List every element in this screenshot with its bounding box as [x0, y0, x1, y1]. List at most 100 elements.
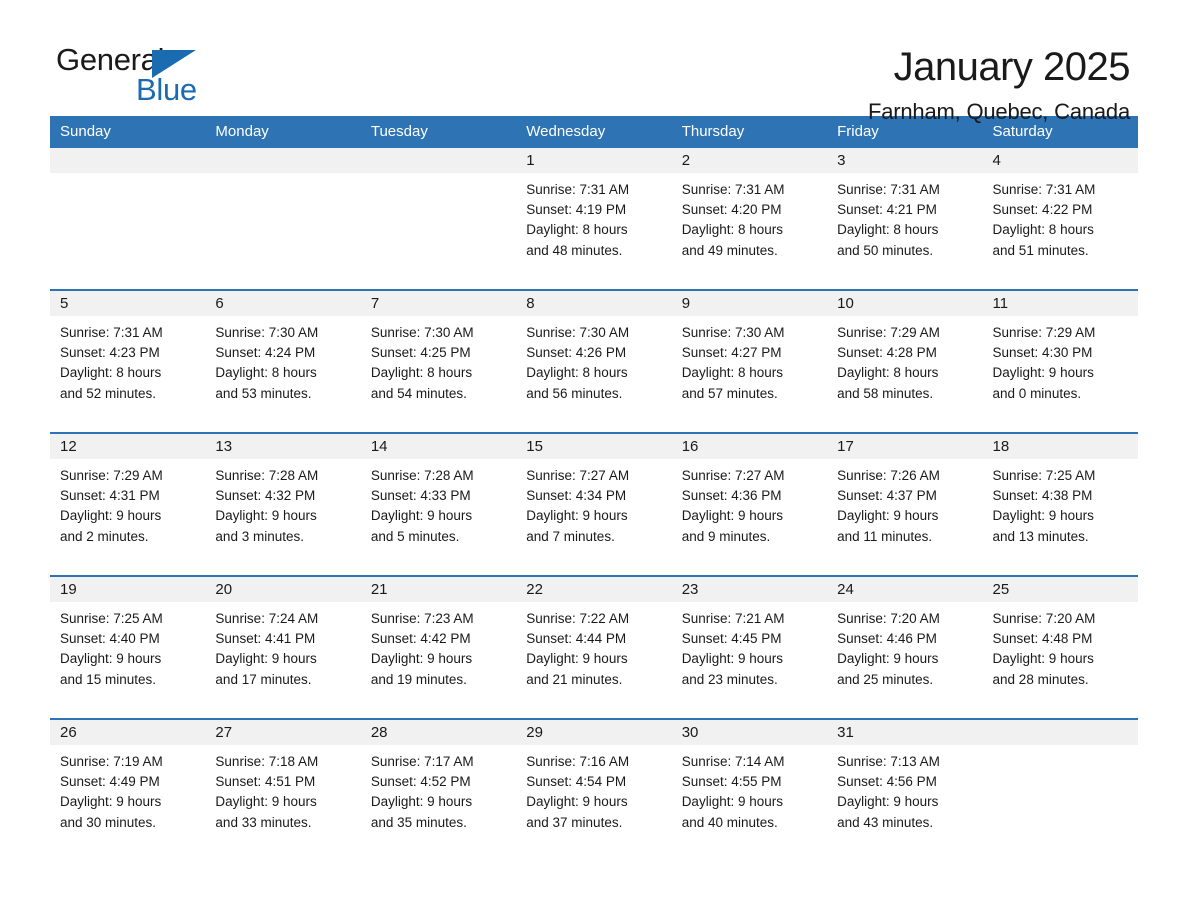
day-detail-line: Daylight: 9 hours — [837, 508, 939, 524]
day-detail-line: and 49 minutes. — [681, 242, 778, 258]
day-detail-text: Sunrise: 7:28 AM Sunset: 4:33 PM Daylight:… — [361, 459, 516, 547]
day-detail-line: Daylight: 9 hours — [215, 508, 317, 524]
calendar-week-row: 12 Sunrise: 7:29 AM Sunset: 4:31 PM Dayligh… — [50, 432, 1138, 567]
calendar-day-cell[interactable]: 15 Sunrise: 7:27 AM Sunset: 4:34 PM Dayligh… — [516, 432, 672, 567]
day-detail-text: Sunrise: 7:25 AM Sunset: 4:40 PM Daylight:… — [50, 602, 205, 690]
day-detail-line: and 25 minutes. — [837, 671, 934, 687]
calendar-day-cell[interactable]: 25 Sunrise: 7:20 AM Sunset: 4:48 PM Dayligh… — [982, 575, 1138, 710]
day-number: 26 — [50, 720, 206, 745]
calendar-day-cell[interactable]: 3 Sunrise: 7:31 AM Sunset: 4:21 PM Daylight… — [827, 148, 983, 281]
week-spacer — [50, 567, 1138, 576]
day-detail-text: Sunrise: 7:27 AM Sunset: 4:36 PM Daylight:… — [672, 459, 827, 547]
week-spacer — [50, 424, 1138, 433]
day-detail-line: and 53 minutes. — [215, 385, 312, 401]
day-detail-line: and 2 minutes. — [60, 528, 149, 544]
day-number: 6 — [205, 291, 361, 316]
calendar-day-cell[interactable]: 17 Sunrise: 7:26 AM Sunset: 4:37 PM Dayligh… — [827, 432, 983, 567]
calendar-day-cell[interactable]: 12 Sunrise: 7:29 AM Sunset: 4:31 PM Dayligh… — [50, 432, 206, 567]
calendar-day-cell[interactable]: 27 Sunrise: 7:18 AM Sunset: 4:51 PM Dayligh… — [205, 718, 361, 853]
day-detail-line: Daylight: 9 hours — [681, 508, 783, 524]
calendar-day-cell[interactable]: 13 Sunrise: 7:28 AM Sunset: 4:32 PM Dayligh… — [205, 432, 361, 567]
calendar-day-cell[interactable]: 4 Sunrise: 7:31 AM Sunset: 4:22 PM Daylight… — [982, 148, 1138, 281]
day-detail-line: and 33 minutes. — [215, 814, 312, 830]
calendar-week-row: 5 Sunrise: 7:31 AM Sunset: 4:23 PM Daylight… — [50, 289, 1138, 424]
day-cell-inner: 9 Sunrise: 7:30 AM Sunset: 4:27 PM Daylight… — [671, 291, 828, 424]
day-detail-text: Sunrise: 7:31 AM Sunset: 4:21 PM Daylight:… — [827, 173, 982, 261]
day-number — [360, 148, 517, 173]
day-detail-line: Sunrise: 7:20 AM — [837, 611, 940, 626]
day-detail-line: Sunset: 4:31 PM — [60, 488, 160, 504]
calendar-day-cell[interactable]: 6 Sunrise: 7:30 AM Sunset: 4:24 PM Daylight… — [205, 289, 361, 424]
day-number: 31 — [827, 720, 983, 745]
day-detail-line: and 51 minutes. — [992, 242, 1089, 258]
day-cell-inner: 12 Sunrise: 7:29 AM Sunset: 4:31 PM Dayligh… — [50, 434, 206, 567]
day-detail-text: Sunrise: 7:25 AM Sunset: 4:38 PM Daylight:… — [983, 459, 1138, 547]
day-detail-line: Daylight: 8 hours — [526, 222, 628, 238]
day-detail-text: Sunrise: 7:29 AM Sunset: 4:31 PM Daylight:… — [50, 459, 205, 547]
day-detail-line: Daylight: 9 hours — [526, 651, 628, 667]
calendar-day-cell[interactable]: 14 Sunrise: 7:28 AM Sunset: 4:33 PM Dayligh… — [360, 432, 517, 567]
calendar-day-cell[interactable]: 22 Sunrise: 7:22 AM Sunset: 4:44 PM Dayligh… — [516, 575, 672, 710]
day-detail-text: Sunrise: 7:18 AM Sunset: 4:51 PM Daylight:… — [205, 745, 360, 833]
day-cell-inner: 19 Sunrise: 7:25 AM Sunset: 4:40 PM Dayligh… — [50, 577, 206, 710]
calendar-day-cell[interactable]: 11 Sunrise: 7:29 AM Sunset: 4:30 PM Dayligh… — [982, 289, 1138, 424]
calendar-day-cell[interactable]: 31 Sunrise: 7:13 AM Sunset: 4:56 PM Dayligh… — [827, 718, 983, 853]
day-detail-line: Daylight: 8 hours — [837, 365, 939, 381]
day-cell-inner: 22 Sunrise: 7:22 AM Sunset: 4:44 PM Dayligh… — [516, 577, 672, 710]
day-cell-inner: 5 Sunrise: 7:31 AM Sunset: 4:23 PM Daylight… — [50, 291, 206, 424]
day-detail-line: Daylight: 8 hours — [681, 222, 783, 238]
calendar-empty-cell — [360, 148, 517, 281]
day-detail-line: Sunset: 4:37 PM — [837, 488, 937, 504]
calendar-day-cell[interactable]: 9 Sunrise: 7:30 AM Sunset: 4:27 PM Daylight… — [671, 289, 828, 424]
calendar-day-cell[interactable]: 26 Sunrise: 7:19 AM Sunset: 4:49 PM Dayligh… — [50, 718, 206, 853]
calendar-day-cell[interactable]: 8 Sunrise: 7:30 AM Sunset: 4:26 PM Daylight… — [516, 289, 672, 424]
day-detail-line: Sunset: 4:30 PM — [992, 345, 1093, 361]
day-cell-inner: 11 Sunrise: 7:29 AM Sunset: 4:30 PM Dayligh… — [982, 291, 1138, 424]
day-cell-inner: 2 Sunrise: 7:31 AM Sunset: 4:20 PM Daylight… — [671, 148, 828, 281]
day-detail-text: Sunrise: 7:30 AM Sunset: 4:27 PM Daylight:… — [672, 316, 827, 404]
day-cell-inner: 31 Sunrise: 7:13 AM Sunset: 4:56 PM Dayligh… — [827, 720, 983, 853]
week-spacer-cell — [50, 281, 1138, 290]
day-detail-line: Daylight: 8 hours — [526, 365, 628, 381]
calendar-day-cell[interactable]: 19 Sunrise: 7:25 AM Sunset: 4:40 PM Dayligh… — [50, 575, 206, 710]
day-number: 10 — [827, 291, 983, 316]
calendar-day-cell[interactable]: 18 Sunrise: 7:25 AM Sunset: 4:38 PM Dayligh… — [982, 432, 1138, 567]
day-number: 12 — [50, 434, 206, 459]
calendar-day-cell[interactable]: 5 Sunrise: 7:31 AM Sunset: 4:23 PM Daylight… — [50, 289, 206, 424]
day-cell-inner: 20 Sunrise: 7:24 AM Sunset: 4:41 PM Dayligh… — [205, 577, 361, 710]
day-detail-line: Sunrise: 7:23 AM — [370, 611, 474, 626]
day-detail-text: Sunrise: 7:31 AM Sunset: 4:20 PM Daylight:… — [672, 173, 827, 261]
calendar-day-cell[interactable]: 24 Sunrise: 7:20 AM Sunset: 4:46 PM Dayligh… — [827, 575, 983, 710]
calendar-day-cell[interactable]: 7 Sunrise: 7:30 AM Sunset: 4:25 PM Daylight… — [360, 289, 517, 424]
day-cell-inner — [360, 148, 517, 281]
location-subtitle: Farnham, Quebec, Canada — [868, 99, 1130, 124]
calendar-day-cell[interactable]: 23 Sunrise: 7:21 AM Sunset: 4:45 PM Dayligh… — [671, 575, 828, 710]
day-number: 15 — [516, 434, 672, 459]
day-number — [982, 720, 1138, 745]
calendar-day-cell[interactable]: 30 Sunrise: 7:14 AM Sunset: 4:55 PM Dayligh… — [671, 718, 828, 853]
day-number: 5 — [50, 291, 206, 316]
day-detail-line: and 58 minutes. — [837, 385, 934, 401]
day-number: 19 — [50, 577, 206, 602]
day-detail-line: and 43 minutes. — [837, 814, 934, 830]
calendar-day-cell[interactable]: 2 Sunrise: 7:31 AM Sunset: 4:20 PM Daylight… — [671, 148, 828, 281]
calendar-day-cell[interactable]: 28 Sunrise: 7:17 AM Sunset: 4:52 PM Dayligh… — [360, 718, 517, 853]
day-detail-line: Sunset: 4:36 PM — [681, 488, 782, 504]
day-detail-text: Sunrise: 7:22 AM Sunset: 4:44 PM Daylight:… — [516, 602, 671, 690]
day-detail-line: and 7 minutes. — [526, 528, 615, 544]
calendar-day-cell[interactable]: 10 Sunrise: 7:29 AM Sunset: 4:28 PM Dayligh… — [827, 289, 983, 424]
week-spacer — [50, 710, 1138, 719]
day-detail-line: Daylight: 8 hours — [370, 365, 473, 381]
calendar-day-cell[interactable]: 16 Sunrise: 7:27 AM Sunset: 4:36 PM Dayligh… — [671, 432, 828, 567]
day-detail-line: Sunrise: 7:24 AM — [215, 611, 319, 626]
day-detail-text — [361, 173, 516, 180]
day-detail-line: Sunset: 4:46 PM — [837, 631, 937, 647]
calendar-day-cell[interactable]: 29 Sunrise: 7:16 AM Sunset: 4:54 PM Dayligh… — [516, 718, 672, 853]
calendar-day-cell[interactable]: 21 Sunrise: 7:23 AM Sunset: 4:42 PM Dayligh… — [360, 575, 517, 710]
day-detail-line: and 30 minutes. — [60, 814, 157, 830]
calendar-week-row: 1 Sunrise: 7:31 AM Sunset: 4:19 PM Daylight… — [50, 148, 1138, 281]
calendar-day-cell[interactable]: 20 Sunrise: 7:24 AM Sunset: 4:41 PM Dayligh… — [205, 575, 361, 710]
calendar-day-cell[interactable]: 1 Sunrise: 7:31 AM Sunset: 4:19 PM Daylight… — [516, 148, 672, 281]
day-detail-text — [205, 173, 360, 180]
title-block: January 2025 Farnham, Quebec, Canada — [868, 44, 1131, 125]
